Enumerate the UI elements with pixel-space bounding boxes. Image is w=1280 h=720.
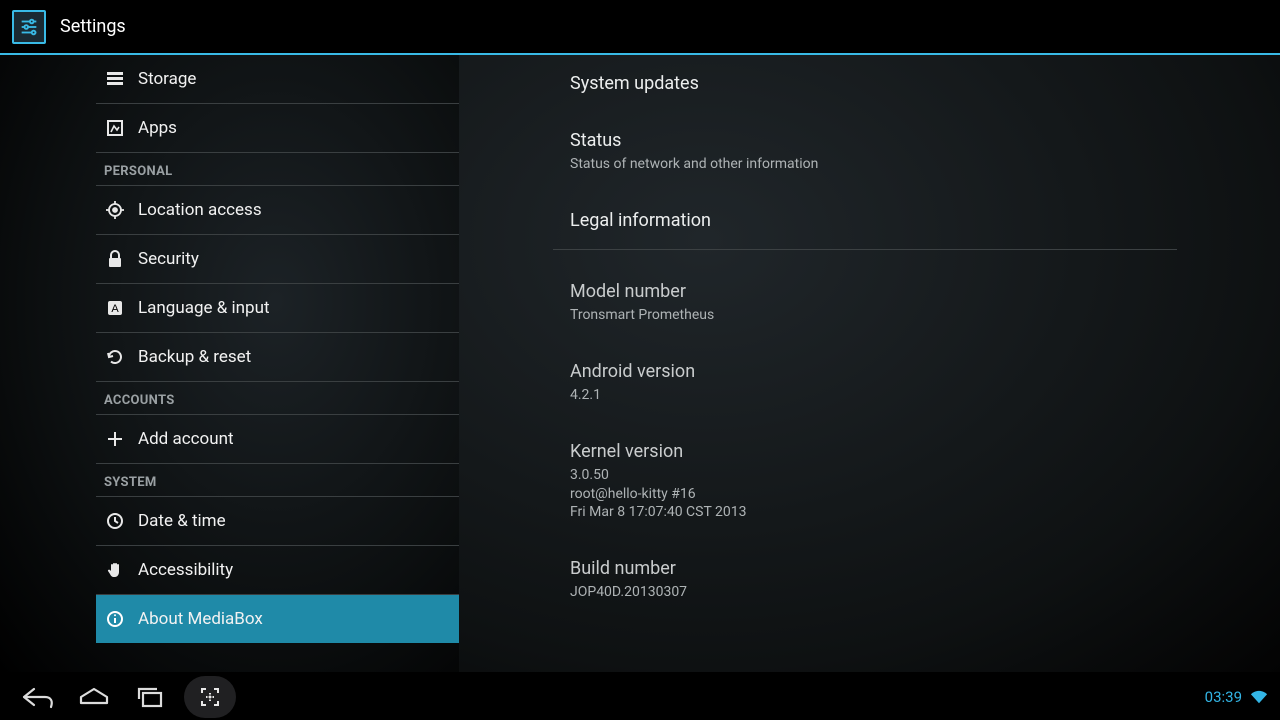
hand-icon <box>104 559 126 581</box>
status-time: 03:39 <box>1205 688 1242 706</box>
sidebar-item-language-input[interactable]: A Language & input <box>96 284 459 332</box>
section-header: PERSONAL <box>96 153 459 185</box>
sidebar-item-security[interactable]: Security <box>96 235 459 283</box>
detail-status[interactable]: Status Status of network and other inform… <box>506 112 1224 192</box>
sidebar-item-label: Add account <box>138 429 234 449</box>
language-icon: A <box>104 297 126 319</box>
detail-pane: System updates Status Status of network an… <box>459 55 1280 672</box>
detail-subtitle: 3.0.50 root@hello-kitty #16 Fri Mar 8 17… <box>570 466 1160 523</box>
plus-icon <box>104 428 126 450</box>
sidebar-item-date-time[interactable]: Date & time <box>96 497 459 545</box>
sidebar-item-label: Apps <box>138 118 177 138</box>
svg-text:A: A <box>111 303 119 315</box>
detail-system-updates[interactable]: System updates <box>506 55 1224 112</box>
sidebar-item-apps[interactable]: Apps <box>96 104 459 152</box>
clock-icon <box>104 510 126 532</box>
detail-title: Status <box>570 130 1160 151</box>
sidebar-item-add-account[interactable]: Add account <box>96 415 459 463</box>
sidebar-item-label: Location access <box>138 200 262 220</box>
detail-title: Model number <box>570 281 1160 302</box>
back-button[interactable] <box>10 674 66 720</box>
recent-apps-button[interactable] <box>122 674 178 720</box>
apps-icon <box>104 117 126 139</box>
sidebar-item-label: Date & time <box>138 511 226 531</box>
section-header: ACCOUNTS <box>96 382 459 414</box>
settings-app-icon <box>12 10 46 44</box>
detail-title: Android version <box>570 361 1160 382</box>
info-icon <box>104 608 126 630</box>
lock-icon <box>104 248 126 270</box>
screenshot-button[interactable] <box>184 676 236 718</box>
sidebar: Storage Apps PERSONAL Location access Securi… <box>0 55 459 672</box>
storage-icon <box>104 68 126 90</box>
sidebar-item-accessibility[interactable]: Accessibility <box>96 546 459 594</box>
home-button[interactable] <box>66 674 122 720</box>
nav-bar: 03:39 <box>0 674 1280 720</box>
detail-subtitle: JOP40D.20130307 <box>570 583 1160 602</box>
sidebar-item-backup-reset[interactable]: Backup & reset <box>96 333 459 381</box>
detail-android-version: Android version 4.2.1 <box>506 343 1224 423</box>
section-header: SYSTEM <box>96 464 459 496</box>
wifi-icon <box>1250 689 1268 705</box>
detail-model-number: Model number Tronsmart Prometheus <box>506 263 1224 343</box>
location-icon <box>104 199 126 221</box>
detail-title: Build number <box>570 558 1160 579</box>
action-bar: Settings <box>0 0 1280 55</box>
sidebar-item-location-access[interactable]: Location access <box>96 186 459 234</box>
sidebar-item-label: Language & input <box>138 298 270 318</box>
detail-title: Kernel version <box>570 441 1160 462</box>
sidebar-item-label: About MediaBox <box>138 609 263 629</box>
sidebar-item-storage[interactable]: Storage <box>96 55 459 103</box>
sidebar-item-label: Storage <box>138 69 196 89</box>
sidebar-item-label: Security <box>138 249 199 269</box>
sidebar-item-label: Backup & reset <box>138 347 251 367</box>
detail-build-number: Build number JOP40D.20130307 <box>506 540 1224 620</box>
detail-kernel-version: Kernel version 3.0.50 root@hello-kitty #1… <box>506 423 1224 541</box>
sidebar-item-about-mediabox[interactable]: About MediaBox <box>96 595 459 643</box>
detail-subtitle: 4.2.1 <box>570 386 1160 405</box>
sidebar-item-label: Accessibility <box>138 560 233 580</box>
detail-title: Legal information <box>570 210 1160 231</box>
backup-icon <box>104 346 126 368</box>
detail-subtitle: Status of network and other information <box>570 155 1160 174</box>
detail-title: System updates <box>570 73 1160 94</box>
detail-legal-information[interactable]: Legal information <box>506 192 1224 249</box>
page-title: Settings <box>60 16 126 37</box>
detail-subtitle: Tronsmart Prometheus <box>570 306 1160 325</box>
